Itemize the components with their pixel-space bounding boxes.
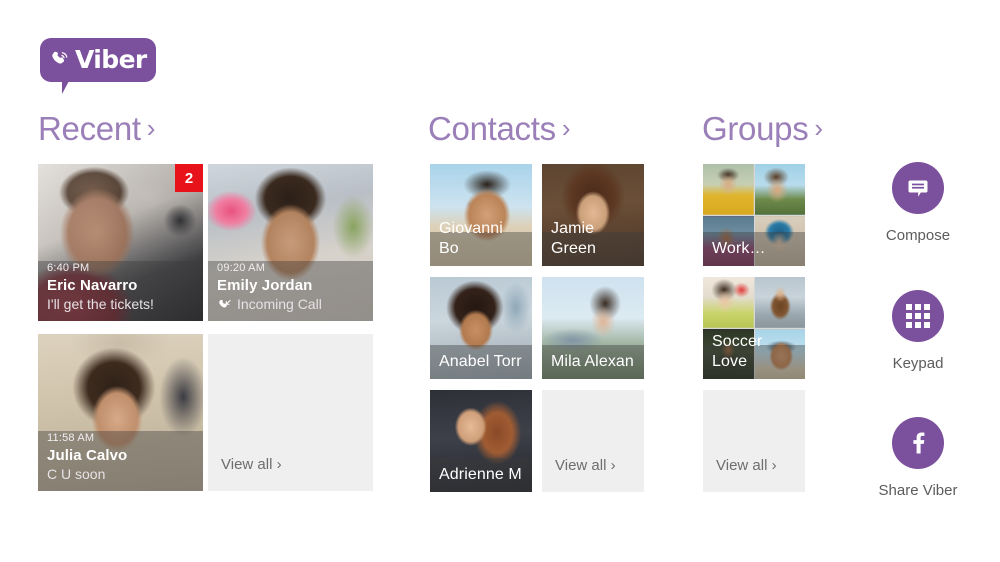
- group-name: Soccer Love: [712, 333, 763, 370]
- phone-icon: [52, 51, 68, 64]
- recent-tile-julia-calvo[interactable]: 11:58 AM Julia Calvo C U soon: [38, 334, 203, 491]
- chevron-right-icon: ›: [146, 113, 156, 143]
- compose-label: Compose: [885, 227, 951, 244]
- tile-label: Anabel Torr: [430, 352, 532, 379]
- group-name: Work…: [712, 240, 766, 257]
- contact-tile-adrienne-m[interactable]: Adrienne M: [430, 390, 532, 492]
- group-member-photo: [754, 164, 805, 215]
- tile-label: Adrienne M: [430, 465, 532, 492]
- recent-view-all-tile[interactable]: View all ›: [208, 334, 373, 491]
- action-keypad[interactable]: Keypad: [853, 290, 983, 372]
- contact-name: Giovanni Bo: [439, 220, 503, 257]
- tile-label: 11:58 AM Julia Calvo C U soon: [38, 431, 203, 491]
- group-member-photo: [754, 277, 805, 328]
- recent-time: 6:40 PM: [47, 262, 90, 274]
- recent-time: 11:58 AM: [47, 432, 95, 444]
- recent-message: C U soon: [47, 466, 106, 482]
- facebook-f-icon: [913, 432, 925, 454]
- contacts-view-all-label: View all ›: [555, 457, 616, 474]
- section-header-groups[interactable]: Groups ›: [702, 110, 823, 148]
- tile-label: Mila Alexan: [542, 352, 644, 379]
- logo-text: Viber: [75, 44, 147, 74]
- groups-title: Groups: [702, 110, 809, 147]
- tile-label: Work…: [703, 239, 805, 266]
- contact-name: Jamie Green: [551, 220, 596, 257]
- recent-view-all-label: View all ›: [221, 456, 282, 473]
- tile-label: Jamie Green: [542, 219, 644, 266]
- contacts-title: Contacts: [428, 110, 556, 147]
- tile-label: Soccer Love: [703, 332, 805, 379]
- compose-bubble-icon: [908, 180, 928, 197]
- tile-label: 09:20 AM Emily Jordan Incoming Call: [208, 261, 373, 321]
- recent-tile-eric-navarro[interactable]: 2 6:40 PM Eric Navarro I'll get the tick…: [38, 164, 203, 321]
- chevron-right-icon: ›: [561, 113, 571, 143]
- groups-view-all-tile[interactable]: View all ›: [703, 390, 805, 492]
- contact-tile-anabel-torr[interactable]: Anabel Torr: [430, 277, 532, 379]
- recent-title: Recent: [38, 110, 141, 147]
- incoming-call-icon: [219, 299, 231, 308]
- recent-tile-emily-jordan[interactable]: 09:20 AM Emily Jordan Incoming Call: [208, 164, 373, 321]
- tile-label: 6:40 PM Eric Navarro I'll get the ticket…: [38, 261, 203, 321]
- action-share-viber[interactable]: Share Viber: [853, 417, 983, 499]
- recent-message: Incoming Call: [237, 296, 322, 312]
- recent-name: Julia Calvo: [47, 447, 128, 464]
- action-compose[interactable]: Compose: [853, 162, 983, 244]
- keypad-button[interactable]: [892, 290, 944, 342]
- tile-label: Giovanni Bo: [430, 219, 532, 266]
- recent-message: I'll get the tickets!: [47, 296, 154, 312]
- viber-start-screen: Viber Recent › 2 6:40 PM Eric Navarro I'l…: [0, 0, 1000, 562]
- contact-tile-jamie-green[interactable]: Jamie Green: [542, 164, 644, 266]
- recent-name: Eric Navarro: [47, 277, 138, 294]
- unread-badge: 2: [175, 164, 203, 192]
- contact-name: Anabel Torr: [439, 353, 522, 370]
- app-logo: Viber: [40, 38, 156, 94]
- keypad-grid-icon: [906, 304, 930, 328]
- chevron-right-icon: ›: [814, 113, 823, 143]
- compose-button[interactable]: [892, 162, 944, 214]
- share-viber-button[interactable]: [892, 417, 944, 469]
- contact-tile-giovanni-bo[interactable]: Giovanni Bo: [430, 164, 532, 266]
- keypad-label: Keypad: [892, 355, 944, 372]
- section-header-contacts[interactable]: Contacts ›: [428, 110, 571, 148]
- groups-view-all-label: View all ›: [716, 457, 777, 474]
- group-tile-work[interactable]: Work…: [703, 164, 805, 266]
- contact-tile-mila-alexan[interactable]: Mila Alexan: [542, 277, 644, 379]
- recent-time: 09:20 AM: [217, 262, 266, 274]
- group-member-photo: [703, 277, 754, 328]
- group-tile-soccer-love[interactable]: Soccer Love: [703, 277, 805, 379]
- contact-name: Mila Alexan: [551, 353, 634, 370]
- group-member-photo: [703, 164, 754, 215]
- section-header-recent[interactable]: Recent ›: [38, 110, 155, 148]
- contacts-view-all-tile[interactable]: View all ›: [542, 390, 644, 492]
- contact-name: Adrienne M: [439, 466, 522, 483]
- share-viber-label: Share Viber: [878, 482, 958, 499]
- recent-name: Emily Jordan: [217, 277, 313, 294]
